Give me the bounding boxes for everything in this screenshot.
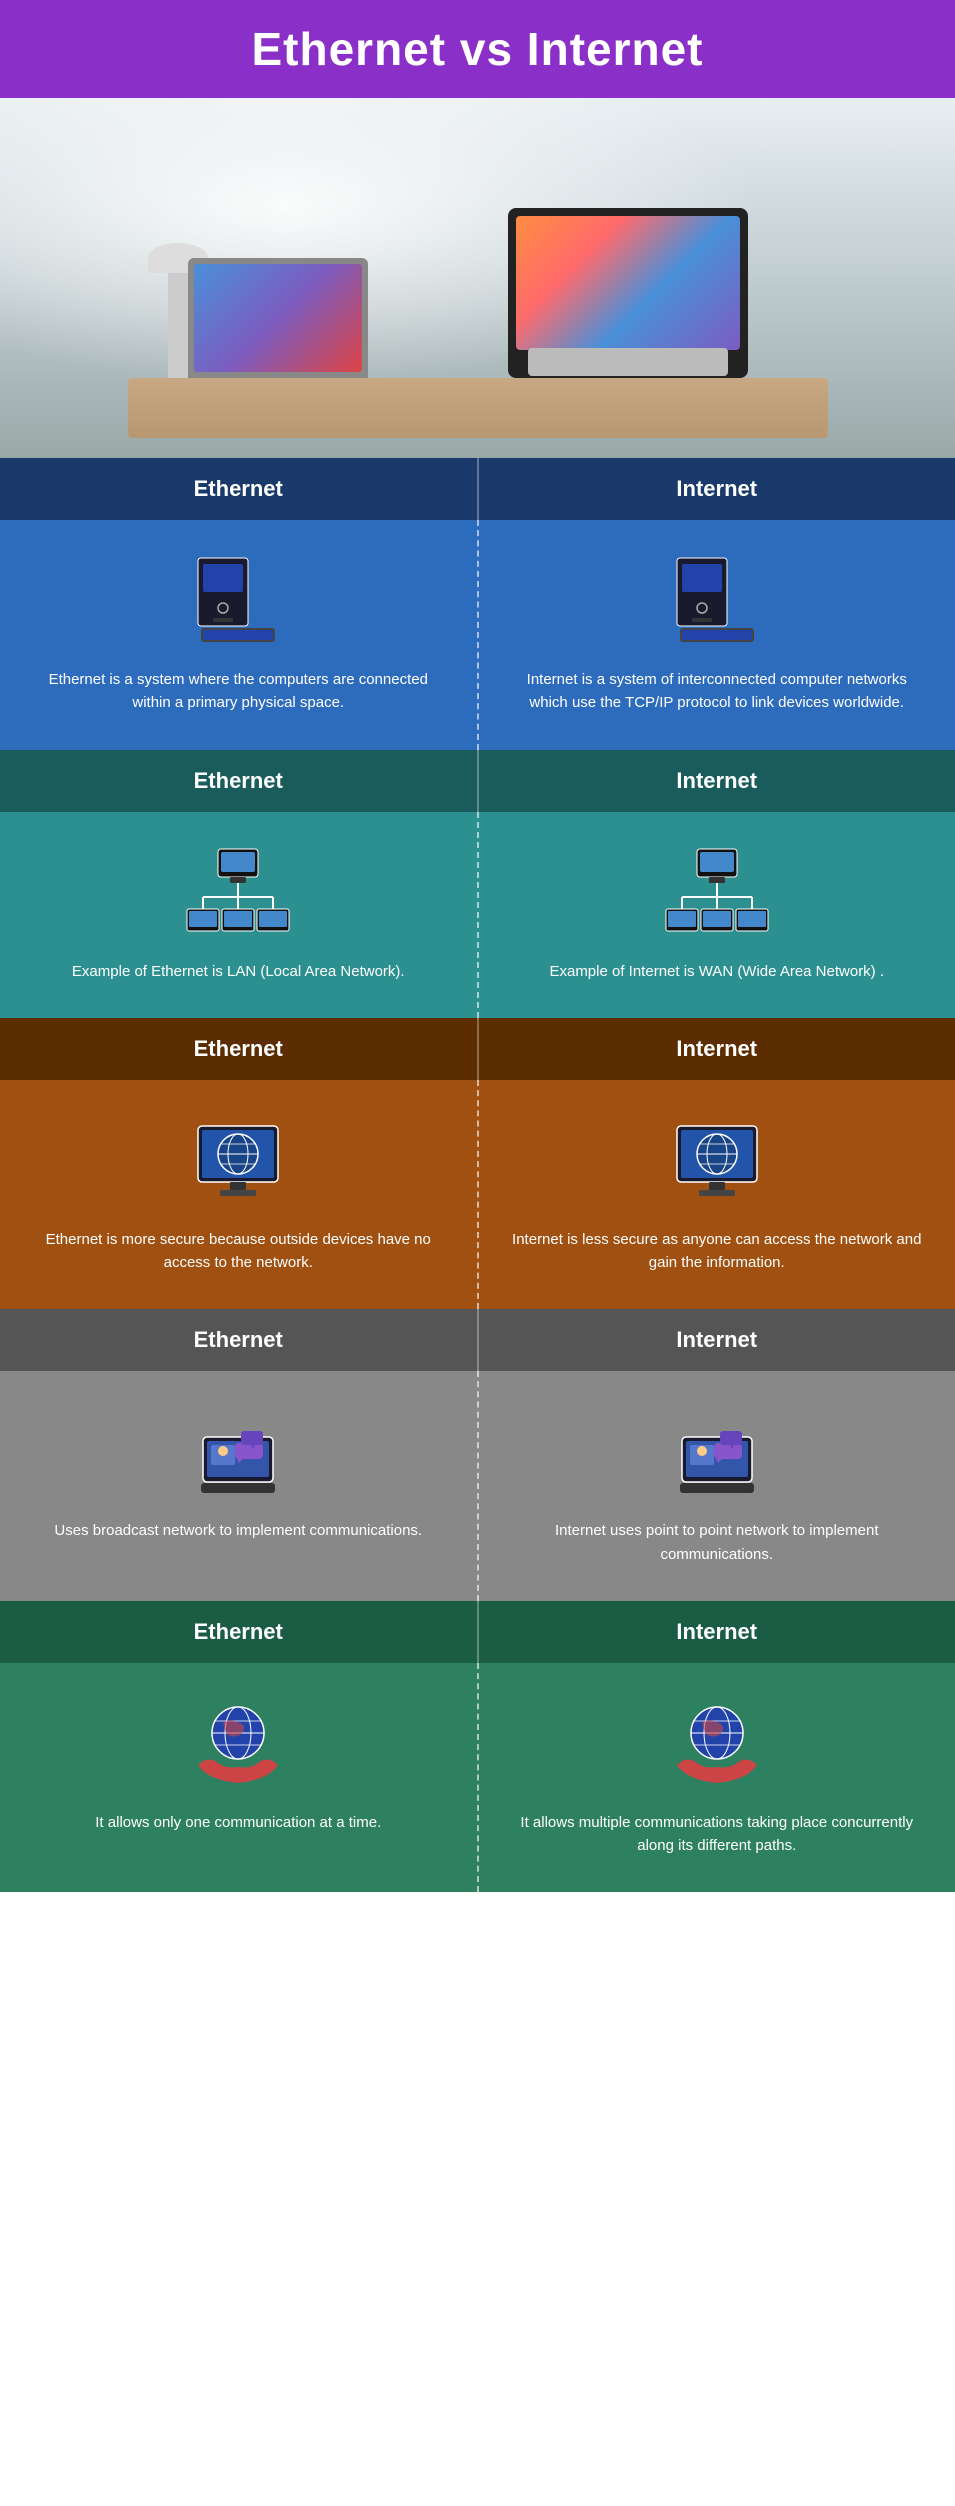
globe-monitor-icon-right [657,1110,777,1210]
section-security-header: Ethernet Internet [0,1018,955,1080]
section-definition-internet-cell: Internet is a system of interconnected c… [479,520,955,750]
section-communication-ethernet-text: It allows only one communication at a ti… [95,1811,381,1834]
hands-globe-icon-right [657,1693,777,1793]
broadcast-icon-right [657,1401,777,1501]
section-broadcast-ethernet-text: Uses broadcast network to implement comm… [54,1519,422,1542]
laptop-screen [194,264,362,372]
section-security-ethernet-label: Ethernet [0,1018,477,1080]
hands-globe-icon-left [178,1693,298,1793]
section-security-internet-text: Internet is less secure as anyone can ac… [509,1228,926,1275]
section-example-internet-text: Example of Internet is WAN (Wide Area Ne… [549,960,884,983]
section-definition-header: Ethernet Internet [0,458,955,520]
monitor-screen [516,216,740,350]
section-definition-ethernet-label: Ethernet [0,458,477,520]
section-example-internet-label: Internet [479,750,955,812]
section-broadcast-internet-text: Internet uses point to point network to … [509,1519,926,1566]
section-communication-internet-text: It allows multiple communications taking… [509,1811,926,1858]
section-broadcast-ethernet-label: Ethernet [0,1309,477,1371]
section-broadcast-header: Ethernet Internet [0,1309,955,1371]
section-example-header: Ethernet Internet [0,750,955,812]
section-broadcast: Ethernet Internet [0,1309,955,1601]
desk-surface [128,378,828,438]
title-bar: Ethernet vs Internet [0,0,955,98]
computer-tower-icon-left [178,550,298,650]
section-broadcast-ethernet-cell: Uses broadcast network to implement comm… [0,1371,477,1601]
section-security-ethernet-cell: Ethernet is more secure because outside … [0,1080,477,1310]
page-title: Ethernet vs Internet [10,22,945,76]
section-example-internet-cell: Example of Internet is WAN (Wide Area Ne… [479,812,955,1018]
section-communication: Ethernet Internet [0,1601,955,1893]
section-broadcast-internet-cell: Internet uses point to point network to … [479,1371,955,1601]
section-definition-body: Ethernet is a system where the computers… [0,520,955,750]
broadcast-icon-left [178,1401,298,1501]
section-broadcast-internet-label: Internet [479,1309,955,1371]
section-security: Ethernet Internet [0,1018,955,1310]
laptop-icon [188,258,368,378]
section-definition-ethernet-text: Ethernet is a system where the computers… [30,668,447,715]
section-communication-internet-label: Internet [479,1601,955,1663]
section-communication-body: It allows only one communication at a ti… [0,1663,955,1893]
section-definition: Ethernet Internet Ethernet is a syste [0,458,955,750]
computer-tower-icon-right [657,550,777,650]
globe-monitor-icon-left [178,1110,298,1210]
section-example-ethernet-label: Ethernet [0,750,477,812]
hero-desk-bg [0,98,955,458]
section-communication-ethernet-label: Ethernet [0,1601,477,1663]
section-definition-ethernet-cell: Ethernet is a system where the computers… [0,520,477,750]
section-communication-ethernet-cell: It allows only one communication at a ti… [0,1663,477,1893]
section-broadcast-body: Uses broadcast network to implement comm… [0,1371,955,1601]
section-security-internet-label: Internet [479,1018,955,1080]
hero-image [0,98,955,458]
keyboard-icon [528,348,728,376]
section-definition-internet-text: Internet is a system of interconnected c… [509,668,926,715]
section-security-ethernet-text: Ethernet is more secure because outside … [30,1228,447,1275]
section-definition-internet-label: Internet [479,458,955,520]
section-example: Ethernet Internet [0,750,955,1018]
section-communication-internet-cell: It allows multiple communications taking… [479,1663,955,1893]
section-security-internet-cell: Internet is less secure as anyone can ac… [479,1080,955,1310]
section-example-body: Example of Ethernet is LAN (Local Area N… [0,812,955,1018]
section-example-ethernet-text: Example of Ethernet is LAN (Local Area N… [72,960,405,983]
network-tree-icon-right [657,842,777,942]
network-tree-icon-left [178,842,298,942]
section-communication-header: Ethernet Internet [0,1601,955,1663]
section-example-ethernet-cell: Example of Ethernet is LAN (Local Area N… [0,812,477,1018]
section-security-body: Ethernet is more secure because outside … [0,1080,955,1310]
lamp-icon [168,258,188,378]
desk-scene [128,138,828,438]
